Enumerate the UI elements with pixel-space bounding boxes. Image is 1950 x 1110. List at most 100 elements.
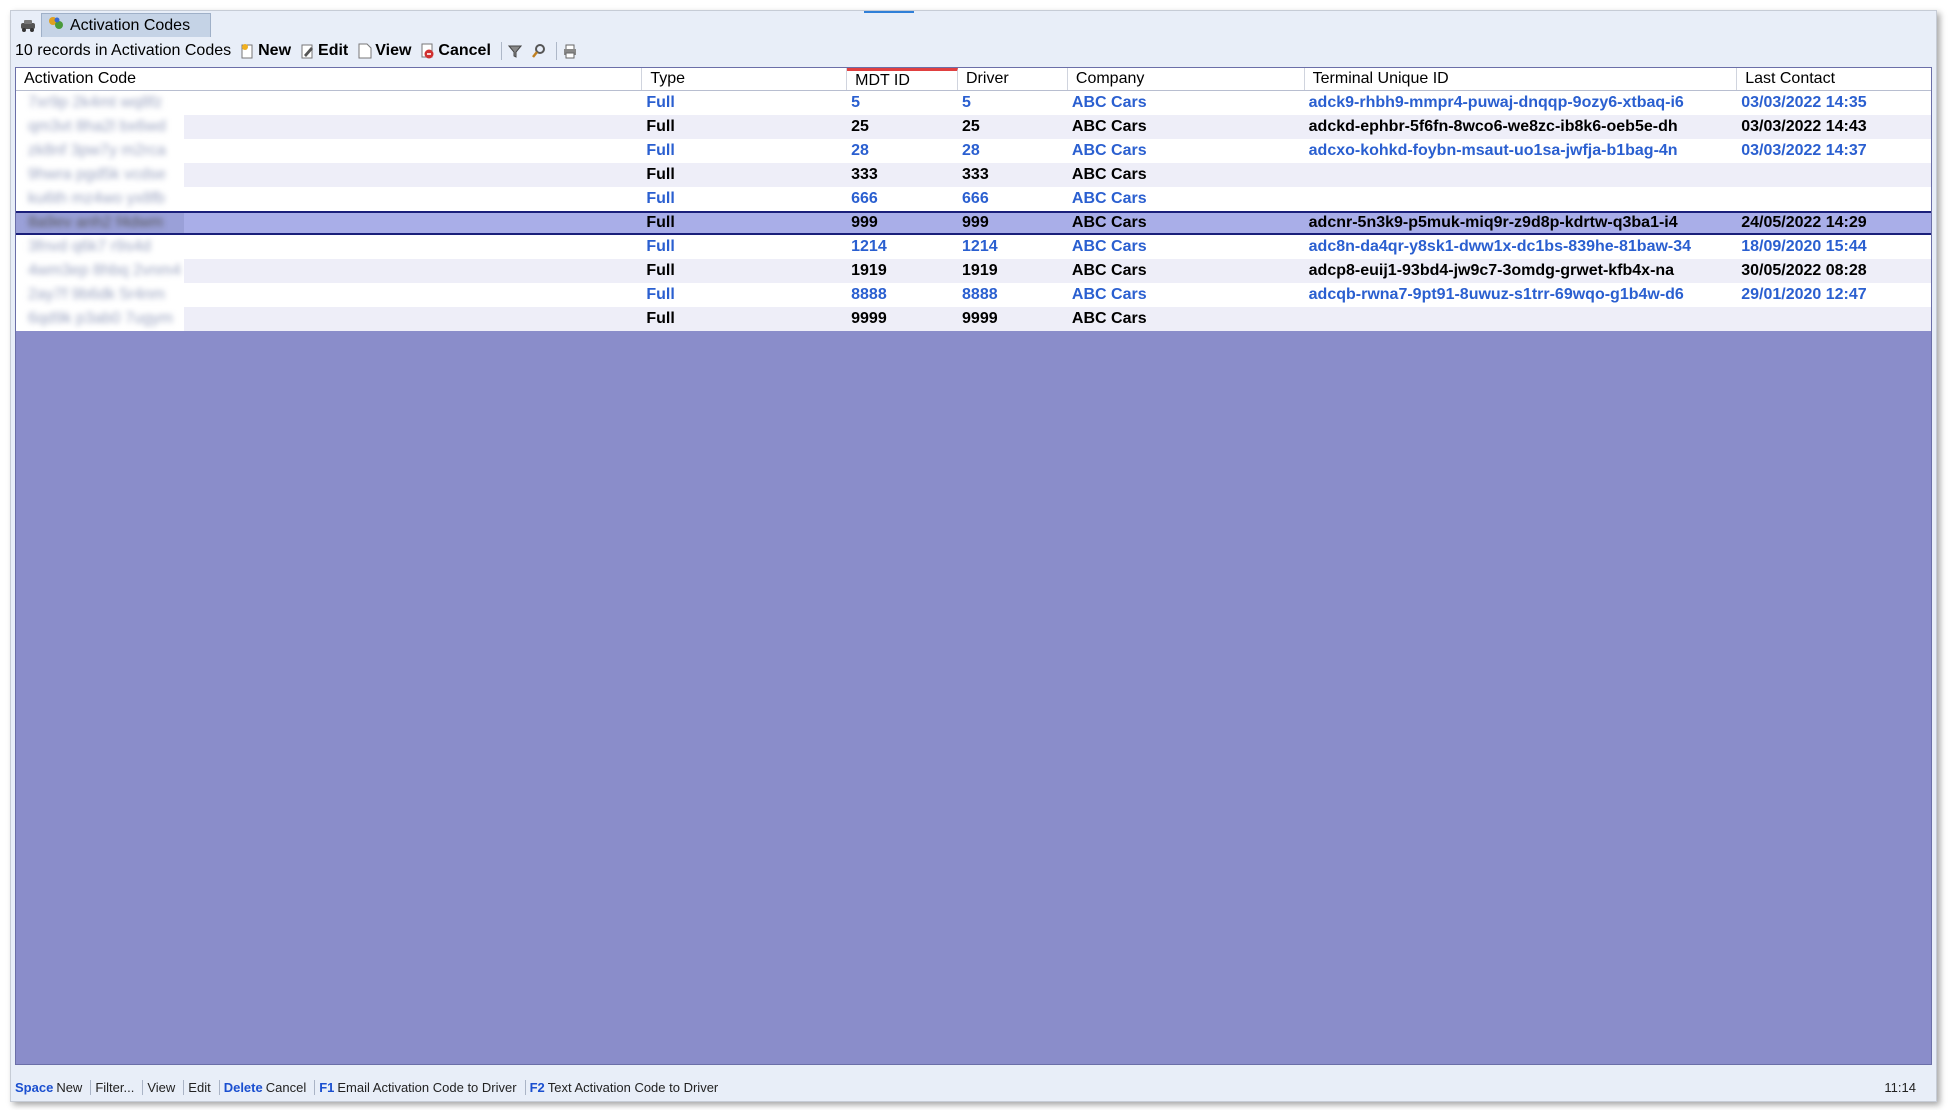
spacer-cell [184, 235, 643, 259]
type-cell: Full [646, 286, 675, 303]
spacer-cell [184, 259, 643, 283]
driver-cell: 8888 [962, 286, 998, 303]
mdt-id-cell: 666 [851, 190, 878, 207]
type-cell: Full [646, 118, 675, 135]
last-contact-cell: 24/05/2022 14:29 [1741, 214, 1867, 231]
column-header-activation-code[interactable]: Activation Code [16, 68, 643, 90]
cancel-label: Cancel [438, 42, 491, 59]
type-cell: Full [646, 94, 675, 111]
activation-code-cell: 9hwra pgd5k vcdse [16, 163, 184, 187]
new-button[interactable]: New [241, 42, 291, 60]
spacer-cell [184, 187, 643, 211]
type-cell: Full [646, 166, 675, 183]
shortcut-text: Filter... [95, 1079, 135, 1095]
tab-bar: Activation Codes [11, 11, 1936, 37]
table-row[interactable]: zk8nf 3pw7y m2rca Full 28 28 ABC Cars ad… [16, 139, 1931, 163]
terminal-unique-id-cell [1305, 187, 1738, 211]
table-row[interactable]: 9hwra pgd5k vcdse Full 333 333 ABC Cars [16, 163, 1931, 187]
column-header-driver[interactable]: Driver [958, 68, 1068, 90]
status-shortcut-filter[interactable]: Filter... [91, 1079, 144, 1095]
shortcut-key: F2 [529, 1079, 545, 1095]
grid-rows: 7xr9p 2k4mt wq8fz Full 5 5 ABC Cars adck… [16, 91, 1931, 331]
table-row[interactable]: 2ay7f 9b6dk 5r4nm Full 8888 8888 ABC Car… [16, 283, 1931, 307]
activation-code-blurred: 4wm3ep 8hbq 2vnm4 [28, 262, 181, 279]
activation-code-blurred: 9hwra pgd5k vcdse [28, 166, 166, 183]
table-row[interactable]: ku6th mz4wo yx8fb Full 666 666 ABC Cars [16, 187, 1931, 211]
shortcut-text: New [56, 1079, 83, 1095]
activation-code-cell: ku6th mz4wo yx8fb [16, 187, 184, 211]
shortcut-text: Cancel [265, 1079, 307, 1095]
column-header-type[interactable]: Type [642, 68, 848, 90]
print-button[interactable] [563, 43, 577, 59]
tab-activation-codes[interactable]: Activation Codes [41, 13, 211, 37]
company-cell: ABC Cars [1071, 142, 1147, 159]
driver-cell: 5 [962, 94, 971, 111]
view-button[interactable]: View [358, 42, 411, 60]
status-shortcut-cancel[interactable]: Delete Cancel [220, 1079, 316, 1095]
search-icon [531, 43, 546, 59]
table-row-selected[interactable]: 8a9ev anh2 f4dwm Full 999 999 ABC Cars a… [16, 211, 1931, 235]
company-cell: ABC Cars [1071, 214, 1147, 231]
activation-code-cell: 8a9ev anh2 f4dwm [16, 213, 184, 233]
status-shortcut-email[interactable]: F1 Email Activation Code to Driver [315, 1079, 526, 1095]
shortcut-key: Delete [223, 1079, 263, 1095]
shortcut-text: Edit [188, 1079, 211, 1095]
last-contact-cell [1737, 307, 1931, 331]
mdt-id-cell: 999 [851, 214, 878, 231]
last-contact-cell: 18/09/2020 15:44 [1741, 238, 1867, 255]
type-cell: Full [646, 214, 675, 231]
table-row[interactable]: qm3vt 8ha2l bx6wd Full 25 25 ABC Cars ad… [16, 115, 1931, 139]
tab-title: Activation Codes [70, 16, 191, 34]
edit-button[interactable]: Edit [301, 42, 348, 60]
cancel-button[interactable]: Cancel [421, 42, 491, 60]
type-cell: Full [646, 142, 675, 159]
type-cell: Full [646, 262, 675, 279]
company-cell: ABC Cars [1071, 310, 1147, 327]
activation-code-cell: 7xr9p 2k4mt wq8fz [16, 91, 184, 115]
toolbar-separator [500, 42, 502, 60]
activation-code-cell: 3fnvd q6k7 r9s4d [16, 235, 184, 259]
activation-code-cell: 2ay7f 9b6dk 5r4nm [16, 283, 184, 307]
column-header-last-contact[interactable]: Last Contact [1737, 68, 1931, 90]
activation-code-cell: zk8nf 3pw7y m2rca [16, 139, 184, 163]
table-row[interactable]: 4wm3ep 8hbq 2vnm4 Full 1919 1919 ABC Car… [16, 259, 1931, 283]
status-shortcut-new[interactable]: Space New [11, 1079, 92, 1095]
activation-code-blurred: qm3vt 8ha2l bx6wd [28, 118, 166, 135]
type-cell: Full [646, 310, 675, 327]
mdt-id-cell: 25 [851, 118, 869, 135]
terminal-unique-id-cell [1305, 163, 1738, 187]
status-shortcut-view[interactable]: View [143, 1079, 185, 1095]
column-header-mdt-id[interactable]: MDT ID [847, 68, 958, 90]
table-row[interactable]: 7xr9p 2k4mt wq8fz Full 5 5 ABC Cars adck… [16, 91, 1931, 115]
column-header-company[interactable]: Company [1068, 68, 1305, 90]
filter-button[interactable] [507, 43, 522, 59]
shortcut-text: Email Activation Code to Driver [337, 1079, 517, 1095]
edit-icon [301, 43, 315, 59]
new-label: New [258, 42, 292, 59]
spacer-cell [184, 213, 643, 233]
table-row[interactable]: 6qd9k p3ab0 7ugym Full 9999 9999 ABC Car… [16, 307, 1931, 331]
terminal-unique-id-cell: adckd-ephbr-5f6fn-8wco6-we8zc-ib8k6-oeb5… [1308, 118, 1678, 135]
activation-code-cell: 4wm3ep 8hbq 2vnm4 [16, 259, 184, 283]
search-button[interactable] [531, 43, 546, 59]
column-header-terminal-unique-id[interactable]: Terminal Unique ID [1305, 68, 1738, 90]
activation-codes-grid[interactable]: Activation Code Type MDT ID Driver Compa… [15, 67, 1932, 1065]
company-cell: ABC Cars [1071, 262, 1147, 279]
activation-code-blurred: 8a9ev anh2 f4dwm [28, 214, 164, 231]
table-row[interactable]: 3fnvd q6k7 r9s4d Full 1214 1214 ABC Cars… [16, 235, 1931, 259]
status-bar: Space New Filter... View Edit Delete Cance… [11, 1077, 1936, 1097]
car-icon[interactable] [15, 15, 41, 35]
status-shortcut-text[interactable]: F2 Text Activation Code to Driver [526, 1080, 727, 1095]
status-shortcut-edit[interactable]: Edit [184, 1079, 220, 1095]
shortcut-text: Text Activation Code to Driver [547, 1079, 719, 1095]
terminal-unique-id-cell [1305, 307, 1738, 331]
activation-code-blurred: 7xr9p 2k4mt wq8fz [28, 94, 163, 111]
status-clock: 11:14 [1884, 1079, 1916, 1095]
last-contact-cell: 03/03/2022 14:35 [1741, 94, 1867, 111]
driver-cell: 28 [962, 142, 980, 159]
spacer-cell [184, 283, 643, 307]
mdt-id-cell: 5 [851, 94, 861, 111]
spacer-cell [184, 163, 643, 187]
activation-codes-window: Activation Codes 10 records in Activatio… [10, 10, 1937, 1102]
mdt-id-cell: 333 [851, 166, 878, 183]
